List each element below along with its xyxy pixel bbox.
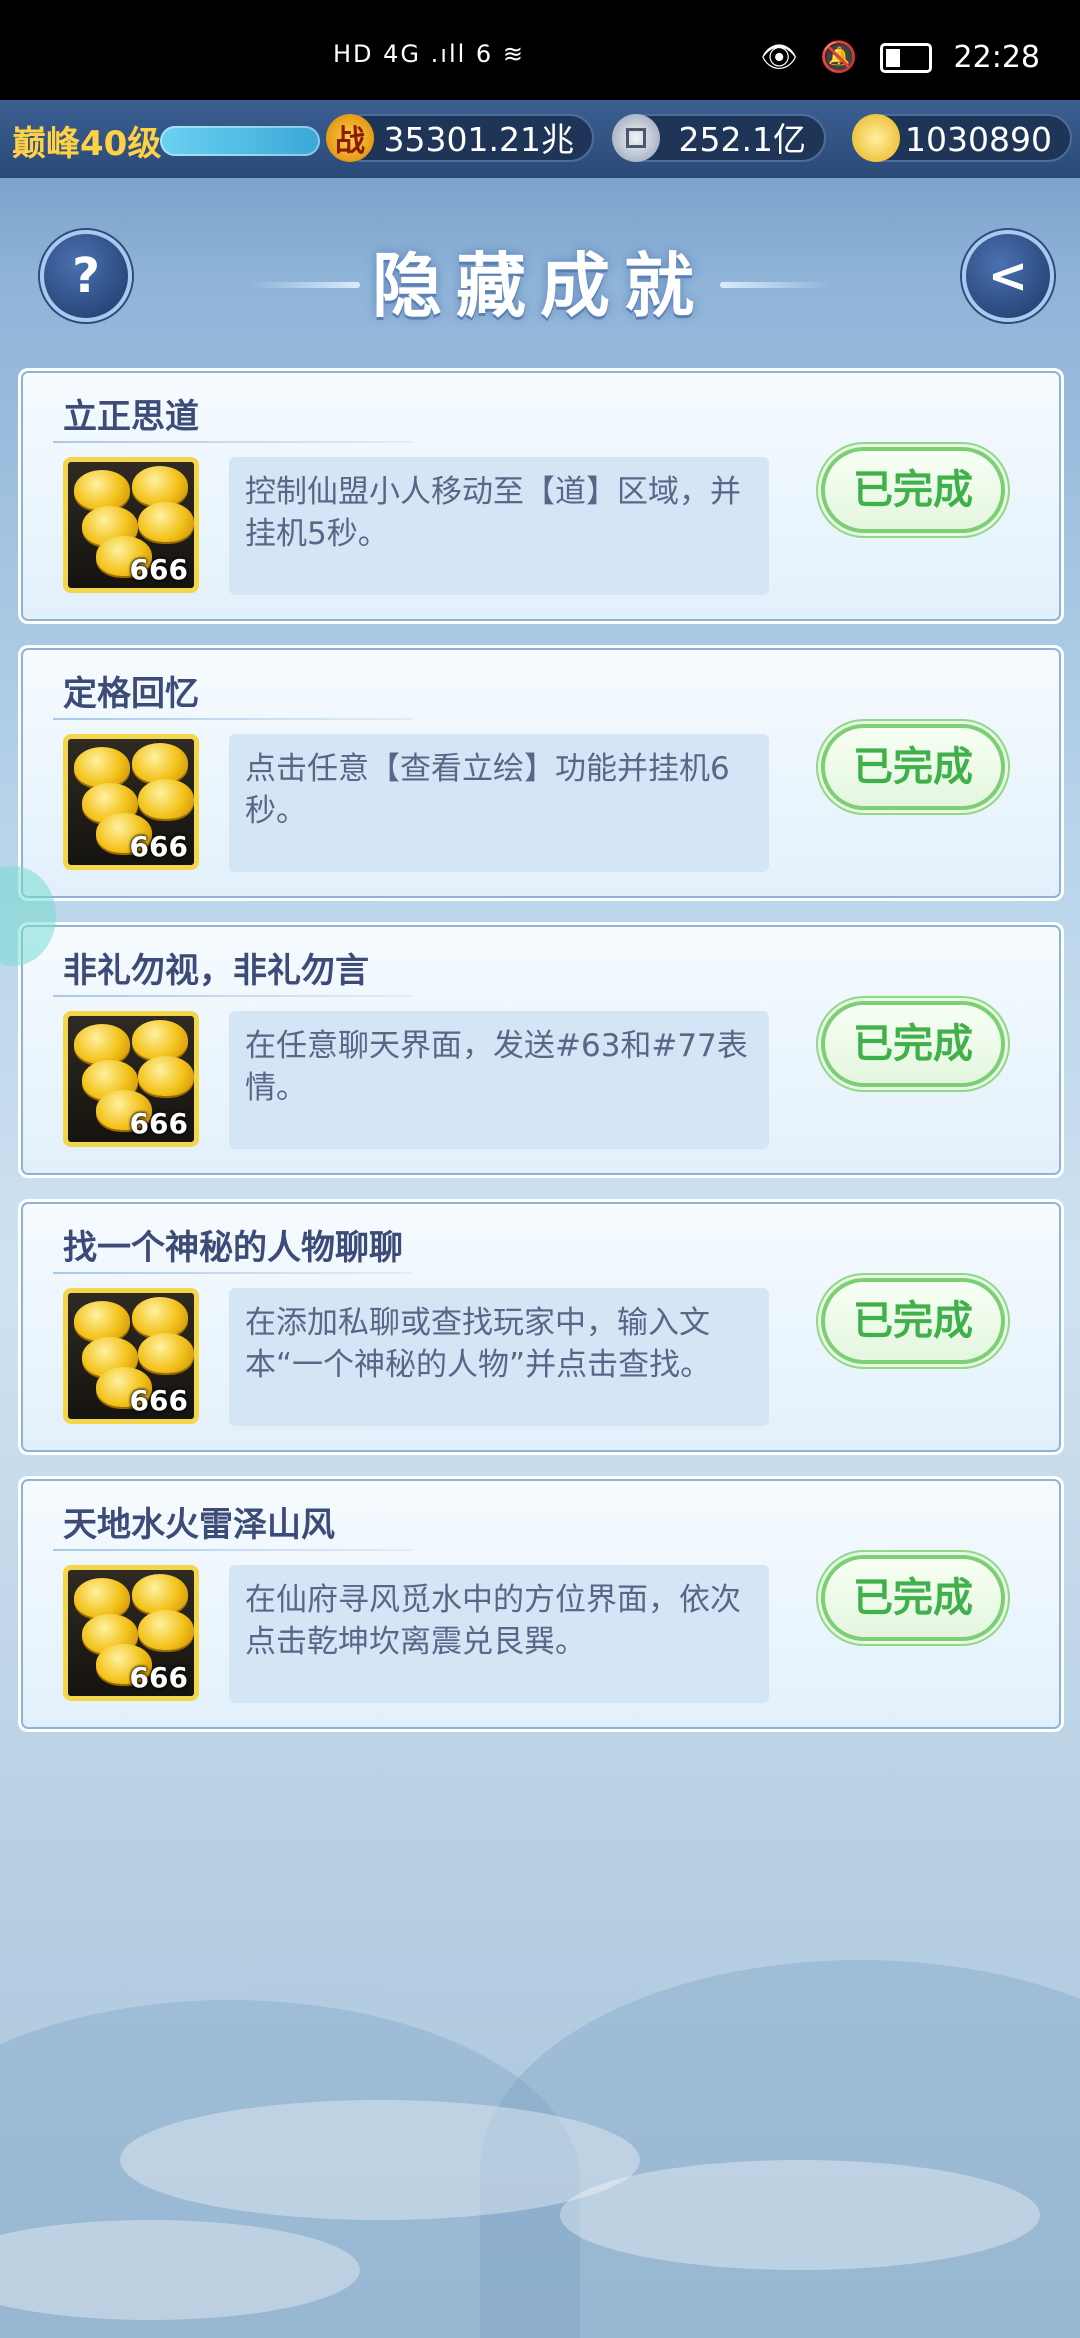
- title-divider: [53, 441, 413, 443]
- status-bar: HD 4G .ıll 6 ≋ 👁 🔕 22:28: [0, 0, 1080, 100]
- page-title: 隐藏成就: [372, 245, 708, 327]
- achievement-title: 立正思道: [63, 397, 199, 437]
- reward-gold-ingots-icon[interactable]: 666: [63, 1565, 199, 1701]
- achievement-card: 天地水火雷泽山风 666 在仙府寻风觅水中的方位界面，依次点击乾坤坎离震兑艮巽。…: [18, 1476, 1064, 1732]
- reward-gold-ingots-icon[interactable]: 666: [63, 457, 199, 593]
- reward-count: 666: [129, 1107, 188, 1140]
- reward-count: 666: [129, 830, 188, 863]
- achievement-card: 定格回忆 666 点击任意【查看立绘】功能并挂机6秒。 已完成: [18, 645, 1064, 901]
- achievement-description: 控制仙盟小人移动至【道】区域，并挂机5秒。: [229, 457, 769, 595]
- title-divider: [53, 995, 413, 997]
- level-progress-bar: [160, 126, 320, 156]
- eye-icon: 👁: [760, 40, 799, 75]
- reward-gold-ingots-icon[interactable]: 666: [63, 734, 199, 870]
- combat-power-pill: 35301.21兆: [340, 114, 594, 162]
- reward-count: 666: [129, 1661, 188, 1694]
- reward-gold-ingots-icon[interactable]: 666: [63, 1011, 199, 1147]
- achievement-list: 立正思道 666 控制仙盟小人移动至【道】区域，并挂机5秒。 已完成 定格回忆 …: [18, 368, 1064, 1753]
- reward-count: 666: [129, 1384, 188, 1417]
- reward-count: 666: [129, 553, 188, 586]
- achievement-card: 立正思道 666 控制仙盟小人移动至【道】区域，并挂机5秒。 已完成: [18, 368, 1064, 624]
- network-indicators: HD 4G .ıll 6 ≋: [333, 40, 525, 68]
- completed-button[interactable]: 已完成: [821, 1555, 1005, 1641]
- silver-coin-icon: [612, 114, 660, 162]
- clock: 22:28: [953, 40, 1040, 75]
- battery-icon: [879, 42, 932, 73]
- silver-value: 252.1亿: [678, 120, 806, 159]
- gold-value: 1030890: [905, 120, 1052, 159]
- status-right-icons: 👁 🔕 22:28: [760, 40, 1040, 75]
- completed-button[interactable]: 已完成: [821, 447, 1005, 533]
- achievement-card: 非礼勿视，非礼勿言 666 在任意聊天界面，发送#63和#77表情。 已完成: [18, 922, 1064, 1178]
- achievement-description: 在添加私聊或查找玩家中，输入文本“一个神秘的人物”并点击查找。: [229, 1288, 769, 1426]
- title-deco-right: [720, 282, 830, 288]
- achievement-title: 找一个神秘的人物聊聊: [63, 1228, 403, 1268]
- achievement-description: 在任意聊天界面，发送#63和#77表情。: [229, 1011, 769, 1149]
- level-label: 巅峰40级: [12, 124, 162, 164]
- back-button[interactable]: <: [962, 230, 1054, 322]
- background-scenery: [0, 1740, 1080, 2338]
- achievement-title: 非礼勿视，非礼勿言: [63, 951, 369, 991]
- achievement-card: 找一个神秘的人物聊聊 666 在添加私聊或查找玩家中，输入文本“一个神秘的人物”…: [18, 1199, 1064, 1455]
- completed-button[interactable]: 已完成: [821, 1278, 1005, 1364]
- title-divider: [53, 1272, 413, 1274]
- title-row: ? 隐藏成就 <: [0, 220, 1080, 340]
- combat-icon: 战: [326, 114, 374, 162]
- combat-power-value: 35301.21兆: [383, 120, 574, 159]
- achievement-title: 天地水火雷泽山风: [63, 1505, 335, 1545]
- reward-gold-ingots-icon[interactable]: 666: [63, 1288, 199, 1424]
- achievement-description: 在仙府寻风觅水中的方位界面，依次点击乾坤坎离震兑艮巽。: [229, 1565, 769, 1703]
- title-divider: [53, 1549, 413, 1551]
- resource-bar: 巅峰40级 35301.21兆 战 252.1亿 1030890: [0, 100, 1080, 178]
- title-divider: [53, 718, 413, 720]
- back-arrow-icon: <: [987, 248, 1029, 304]
- completed-button[interactable]: 已完成: [821, 1001, 1005, 1087]
- achievement-title: 定格回忆: [63, 674, 199, 714]
- completed-button[interactable]: 已完成: [821, 724, 1005, 810]
- mute-icon: 🔕: [820, 40, 858, 75]
- gold-ingot-icon: [852, 114, 900, 162]
- achievement-description: 点击任意【查看立绘】功能并挂机6秒。: [229, 734, 769, 872]
